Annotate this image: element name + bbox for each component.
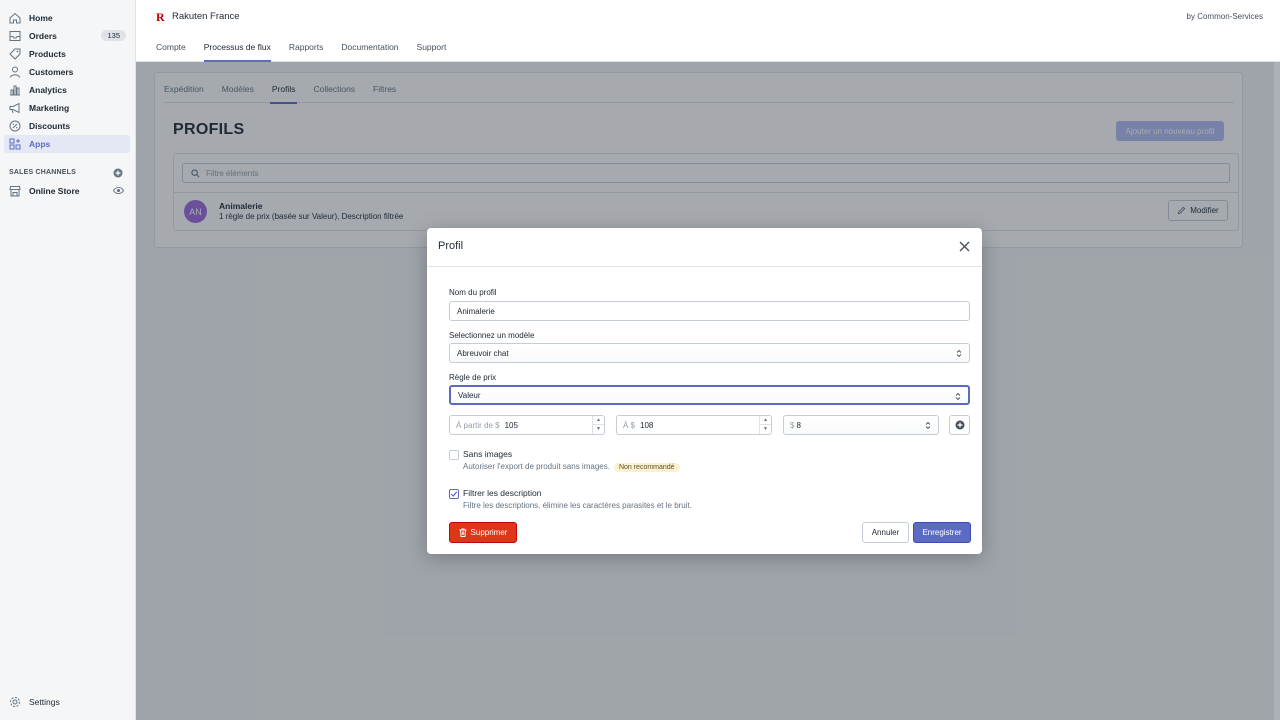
discount-icon bbox=[9, 120, 21, 132]
sidebar-item-settings[interactable]: Settings bbox=[4, 693, 130, 711]
select-arrows-icon bbox=[955, 392, 961, 401]
sidebar-item-marketing[interactable]: Marketing bbox=[4, 99, 130, 117]
model-select-value: Abreuvoir chat bbox=[457, 348, 509, 358]
select-arrows-icon bbox=[925, 421, 931, 430]
range-to-stepper[interactable]: ▲ ▼ bbox=[759, 416, 771, 434]
apps-icon bbox=[9, 138, 21, 150]
tab-processus-de-flux[interactable]: Processus de flux bbox=[203, 42, 271, 62]
range-to-value: 108 bbox=[640, 420, 654, 430]
range-from-stepper[interactable]: ▲ ▼ bbox=[592, 416, 604, 434]
profile-modal: Profil Nom du profil Animalerie Selectio… bbox=[427, 228, 982, 554]
sidebar-item-products[interactable]: Products bbox=[4, 45, 130, 63]
sales-channels-heading: SALES CHANNELS bbox=[9, 169, 76, 176]
checkmark-icon bbox=[450, 491, 458, 497]
rakuten-logo: R bbox=[156, 10, 165, 24]
add-sales-channel-icon[interactable] bbox=[113, 168, 123, 178]
app-tabs: Compte Processus de flux Rapports Docume… bbox=[156, 42, 464, 62]
no-images-checkbox[interactable] bbox=[449, 450, 459, 460]
price-rule-select-value: Valeur bbox=[458, 390, 481, 400]
range-from-value: 105 bbox=[504, 420, 518, 430]
add-price-rule-button[interactable] bbox=[949, 415, 970, 435]
sidebar-item-label: Marketing bbox=[29, 103, 70, 113]
trash-icon bbox=[459, 528, 467, 537]
profile-name-label: Nom du profil bbox=[449, 288, 497, 297]
app-author: by Common-Services bbox=[1186, 12, 1263, 21]
range-from-prefix: À partir de $ bbox=[456, 420, 500, 430]
sidebar-item-label: Customers bbox=[29, 67, 74, 77]
modal-title: Profil bbox=[438, 240, 464, 252]
no-images-help: Autoriser l'export de produit sans image… bbox=[463, 462, 680, 472]
tab-support[interactable]: Support bbox=[417, 42, 447, 62]
tab-rapports[interactable]: Rapports bbox=[289, 42, 324, 62]
no-images-help-text: Autoriser l'export de produit sans image… bbox=[463, 462, 610, 471]
bar-chart-icon bbox=[9, 84, 21, 96]
orders-icon bbox=[9, 30, 21, 42]
sidebar-item-apps[interactable]: Apps bbox=[4, 135, 130, 153]
close-icon[interactable] bbox=[958, 240, 971, 253]
app-name: Rakuten France bbox=[172, 11, 240, 22]
delete-button[interactable]: Supprimer bbox=[449, 522, 517, 543]
sidebar-item-label: Home bbox=[29, 13, 53, 23]
sidebar-item-label: Apps bbox=[29, 139, 51, 149]
gear-icon bbox=[9, 696, 21, 708]
price-rule-select[interactable]: Valeur bbox=[449, 385, 970, 405]
eye-icon[interactable] bbox=[113, 185, 124, 196]
price-prefix: $ bbox=[790, 420, 795, 430]
sidebar-item-label: Settings bbox=[29, 697, 60, 707]
save-button[interactable]: Enregistrer bbox=[913, 522, 971, 543]
sidebar-item-online-store[interactable]: Online Store bbox=[4, 182, 130, 200]
sidebar-item-analytics[interactable]: Analytics bbox=[4, 81, 130, 99]
sidebar-item-orders[interactable]: Orders 135 bbox=[4, 27, 130, 45]
not-recommended-badge: Non recommandé bbox=[613, 463, 680, 472]
sidebar-item-label: Online Store bbox=[29, 186, 80, 196]
tab-compte[interactable]: Compte bbox=[156, 42, 186, 62]
store-icon bbox=[9, 185, 21, 197]
price-range-row: À partir de $ 105 ▲ ▼ À $ 108 ▲ ▼ $ 8 bbox=[449, 415, 970, 435]
sidebar-item-label: Orders bbox=[29, 31, 57, 41]
scrollbar[interactable] bbox=[1274, 62, 1280, 720]
sidebar-item-home[interactable]: Home bbox=[4, 9, 130, 27]
person-icon bbox=[9, 66, 21, 78]
model-select[interactable]: Abreuvoir chat bbox=[449, 343, 970, 363]
sidebar-item-label: Discounts bbox=[29, 121, 71, 131]
profile-name-input[interactable]: Animalerie bbox=[449, 301, 970, 321]
orders-count-badge: 135 bbox=[101, 30, 126, 41]
range-to-prefix: À $ bbox=[623, 420, 636, 430]
megaphone-icon bbox=[9, 102, 21, 114]
price-value-select[interactable]: $ 8 bbox=[783, 415, 939, 435]
price-rule-label: Règle de prix bbox=[449, 373, 497, 382]
sidebar-item-label: Products bbox=[29, 49, 66, 59]
range-to-input[interactable]: À $ 108 ▲ ▼ bbox=[616, 415, 772, 435]
tab-documentation[interactable]: Documentation bbox=[341, 42, 398, 62]
filter-description-label: Filtrer les description bbox=[463, 488, 542, 498]
plus-circle-icon bbox=[955, 420, 964, 430]
home-icon bbox=[9, 12, 21, 24]
sidebar-item-discounts[interactable]: Discounts bbox=[4, 117, 130, 135]
delete-button-label: Supprimer bbox=[470, 528, 508, 537]
app-header: R Rakuten France by Common-Services Comp… bbox=[136, 0, 1280, 62]
range-from-input[interactable]: À partir de $ 105 ▲ ▼ bbox=[449, 415, 605, 435]
filter-description-checkbox[interactable] bbox=[449, 489, 459, 499]
price-value: 8 bbox=[796, 420, 801, 430]
sidebar: Home Orders 135 Products Customers Analy… bbox=[0, 0, 136, 720]
select-arrows-icon bbox=[956, 349, 962, 358]
filter-description-help: Filtre les descriptions, élimine les car… bbox=[463, 501, 692, 510]
cancel-button[interactable]: Annuler bbox=[862, 522, 909, 543]
model-label: Selectionnez un modèle bbox=[449, 331, 535, 340]
sidebar-item-customers[interactable]: Customers bbox=[4, 63, 130, 81]
sidebar-item-label: Analytics bbox=[29, 85, 67, 95]
no-images-label: Sans images bbox=[463, 449, 513, 459]
modal-header: Profil bbox=[427, 228, 982, 267]
tag-icon bbox=[9, 48, 21, 60]
